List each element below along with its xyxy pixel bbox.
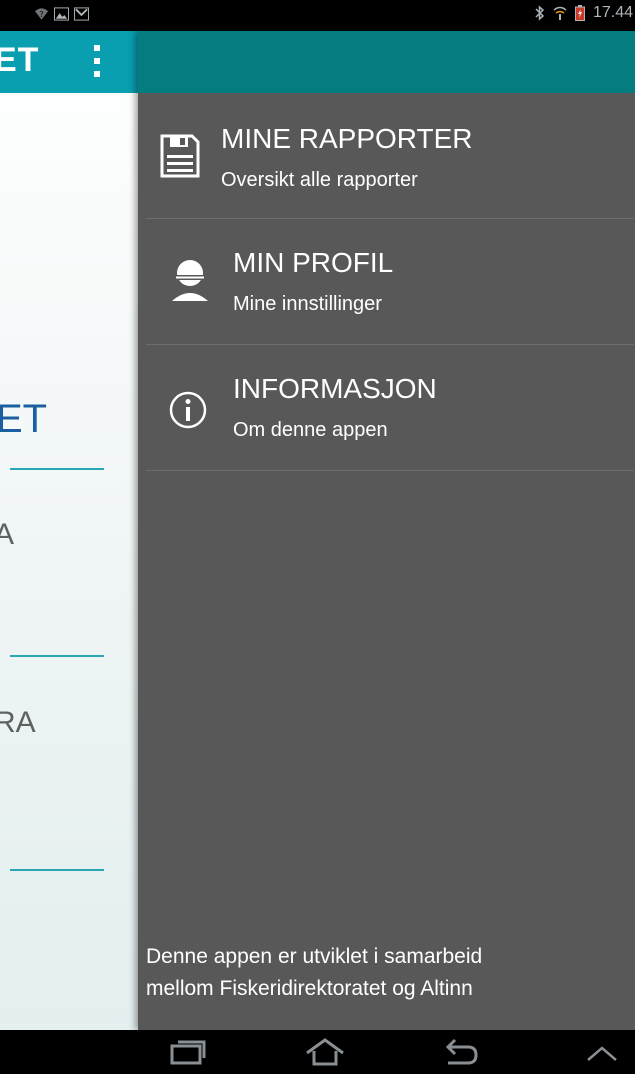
drawer-header <box>138 31 635 93</box>
back-icon[interactable] <box>433 1036 489 1068</box>
drawer-item-mine-rapporter[interactable]: MINE RAPPORTER Oversikt alle rapporter <box>146 93 634 218</box>
image-notification-icon <box>54 6 69 21</box>
status-system: 17.44 <box>533 4 633 22</box>
drawer-item-min-profil[interactable]: MIN PROFIL Mine innstillinger <box>146 219 634 344</box>
drawer-footer: Denne appen er utviklet i samarbeid mell… <box>146 941 632 1005</box>
status-bar: ? 17.44 <box>0 0 635 31</box>
collapse-up-icon[interactable] <box>574 1036 630 1068</box>
background-label-2[interactable]: RA <box>0 706 36 740</box>
footer-line-1: Denne appen er utviklet i samarbeid <box>146 945 483 968</box>
footer-line-2: mellom Fiskeridirektoratet og Altinn <box>146 977 473 1000</box>
drawer-item-title: MIN PROFIL <box>233 247 394 278</box>
gmail-icon <box>74 6 89 21</box>
background-label-1[interactable]: A <box>0 518 14 552</box>
wifi-question-icon: ? <box>34 6 49 21</box>
background-heading: ET <box>0 397 48 441</box>
drawer-item-subtitle: Mine innstillinger <box>233 293 382 315</box>
drawer-item-informasjon[interactable]: INFORMASJON Om denne appen <box>146 345 634 470</box>
drawer-item-title: INFORMASJON <box>233 373 437 404</box>
status-notifications: ? <box>34 6 89 21</box>
floppy-disk-icon <box>158 133 202 179</box>
screen: ? 17.44 ET ET A RA MINE RAPPORTER Oversi… <box>0 0 635 1074</box>
bluetooth-icon <box>533 5 548 21</box>
status-clock: 17.44 <box>592 4 633 21</box>
person-icon <box>168 257 212 303</box>
drawer-item-title: MINE RAPPORTER <box>221 123 473 154</box>
background-app: ET ET A RA <box>0 31 140 1030</box>
info-icon <box>166 387 210 433</box>
signal-icon <box>553 6 568 21</box>
recent-apps-icon[interactable] <box>160 1036 216 1068</box>
overflow-menu-icon[interactable] <box>93 45 101 77</box>
background-divider <box>10 655 104 657</box>
svg-text:?: ? <box>40 9 44 18</box>
drawer-item-subtitle: Om denne appen <box>233 419 388 441</box>
navigation-drawer: MINE RAPPORTER Oversikt alle rapporter M… <box>138 31 635 1030</box>
background-action-bar: ET <box>0 31 140 93</box>
system-nav-bar <box>0 1030 635 1074</box>
drawer-divider <box>146 470 634 471</box>
background-divider <box>10 468 104 470</box>
background-title: ET <box>0 41 40 79</box>
background-divider <box>10 869 104 871</box>
home-icon[interactable] <box>297 1036 353 1068</box>
drawer-item-subtitle: Oversikt alle rapporter <box>221 169 418 191</box>
battery-charging-icon <box>573 5 588 21</box>
